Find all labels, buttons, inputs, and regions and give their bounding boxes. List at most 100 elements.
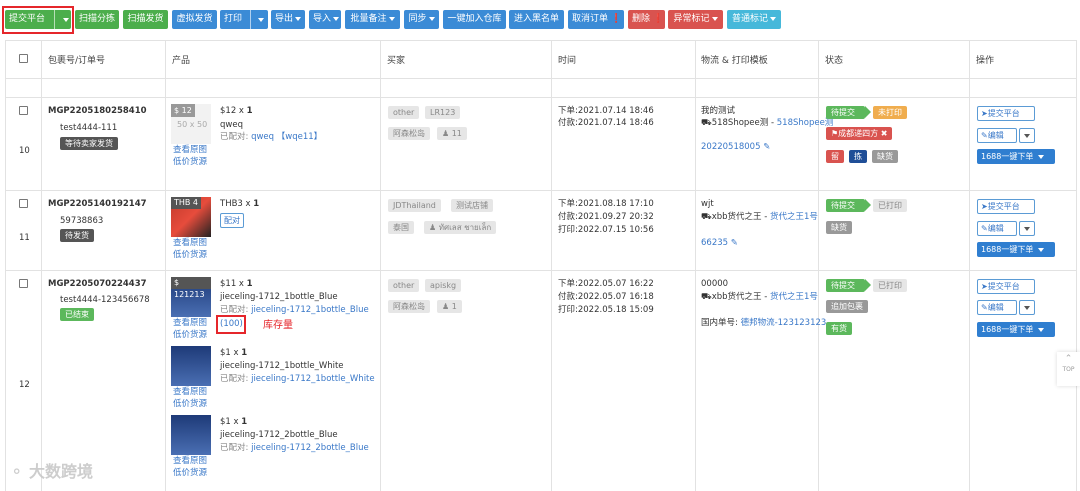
- add-to-warehouse-button[interactable]: 一键加入仓库: [443, 10, 506, 29]
- order-1688-button[interactable]: 1688一键下单: [977, 149, 1055, 164]
- view-image-link[interactable]: 查看原图: [173, 145, 207, 156]
- low-price-link[interactable]: 低价货源: [173, 250, 207, 261]
- add-package-tag: 追加包裹: [826, 300, 868, 313]
- edit-icon[interactable]: ✎: [763, 142, 770, 152]
- row-checkbox[interactable]: [19, 199, 28, 208]
- package-number: MGP2205070224437: [48, 279, 147, 289]
- logistics-tag: ⚑成都递四方 ✖: [826, 127, 893, 140]
- row-number: 12: [19, 380, 30, 390]
- user-icon: ♟: [429, 223, 437, 232]
- row-checkbox[interactable]: [19, 106, 28, 115]
- print-time: 打印:2022.05.18 15:09: [558, 305, 654, 315]
- order-time: 下单:2022.05.07 16:22: [558, 279, 654, 289]
- send-icon: ➤: [981, 202, 988, 211]
- buyer-region-tag: 泰国: [388, 221, 414, 234]
- submit-platform-button[interactable]: ➤提交平台: [977, 199, 1035, 214]
- submit-platform-button[interactable]: ➤提交平台: [977, 279, 1035, 294]
- carrier-link[interactable]: 货代之王1号: [770, 292, 818, 302]
- row-number: 11: [19, 233, 30, 243]
- virtual-ship-button[interactable]: 虚拟发货: [172, 10, 217, 29]
- price-badge: THB 4: [171, 197, 202, 209]
- low-price-link[interactable]: 低价货源: [173, 330, 207, 341]
- chevron-down-icon: [711, 16, 718, 21]
- select-all-checkbox[interactable]: [19, 54, 28, 63]
- watermark-logo-icon: ⚬: [10, 462, 24, 481]
- row-checkbox[interactable]: [19, 279, 28, 288]
- scan-ship-button[interactable]: 扫描发货: [123, 10, 168, 29]
- chevron-down-icon[interactable]: [1019, 221, 1035, 236]
- domestic-link[interactable]: 德邦物流-123123123: [741, 318, 827, 328]
- match-label: 已配对:: [220, 443, 249, 453]
- tracking-number[interactable]: 66235 ✎: [701, 238, 738, 249]
- cancel-order-button[interactable]: 取消订单 ❗: [568, 10, 624, 29]
- match-info: 已配对: jieceling-1712_2bottle_Blue: [220, 443, 369, 454]
- table-border: [969, 40, 970, 491]
- carrier-link[interactable]: 518Shopee测: [777, 118, 834, 128]
- carrier-link[interactable]: 货代之王1号: [770, 212, 818, 222]
- product-image[interactable]: $ 121213: [171, 277, 211, 317]
- chevron-down-icon: [333, 16, 340, 21]
- carrier-text: xbb货代之王 -: [711, 292, 770, 302]
- order-number: test4444-111: [60, 123, 118, 133]
- abnormal-mark-button[interactable]: 异常标记: [668, 10, 723, 29]
- chevron-down-icon[interactable]: [1019, 128, 1035, 143]
- match-button[interactable]: 配对: [220, 213, 244, 228]
- match-link[interactable]: jieceling-1712_2bottle_Blue: [251, 443, 369, 453]
- package-number: MGP2205180258410: [48, 106, 147, 116]
- product-name: jieceling-1712_1bottle_Blue: [220, 292, 338, 302]
- price-qty: $12 x 1: [220, 106, 253, 117]
- edit-icon: ✎: [981, 224, 988, 233]
- price-badge: $ 12: [171, 104, 195, 117]
- edit-button[interactable]: ✎编辑: [977, 128, 1017, 143]
- table-border: [41, 40, 42, 491]
- scan-split-button[interactable]: 扫描分拣: [75, 10, 119, 29]
- col-buyer: 买家: [387, 56, 406, 66]
- chevron-down-icon: [1037, 327, 1044, 332]
- batch-note-button[interactable]: 批量备注: [345, 10, 400, 29]
- sync-button[interactable]: 同步: [404, 10, 439, 29]
- import-label: 导入: [313, 14, 332, 24]
- view-image-link[interactable]: 查看原图: [173, 318, 207, 329]
- table-border: [1076, 40, 1077, 491]
- normal-mark-button[interactable]: 普通标记: [727, 10, 781, 29]
- product-image[interactable]: [171, 346, 211, 386]
- buyer-id-tag: LR123: [425, 106, 461, 119]
- import-button[interactable]: 导入: [309, 10, 341, 29]
- match-link[interactable]: qweq 【wqe11】: [251, 132, 322, 142]
- product-image[interactable]: [171, 415, 211, 455]
- low-price-link[interactable]: 低价货源: [173, 468, 207, 479]
- blacklist-button[interactable]: 进入黑名单: [509, 10, 564, 29]
- order-1688-button[interactable]: 1688一键下单: [977, 242, 1055, 257]
- product-image-placeholder[interactable]: $ 12 50 x 50: [171, 104, 211, 144]
- price-text: $12 x: [220, 106, 247, 116]
- view-image-link[interactable]: 查看原图: [173, 456, 207, 467]
- view-image-link[interactable]: 查看原图: [173, 238, 207, 249]
- export-button[interactable]: 导出: [271, 10, 305, 29]
- submit-platform-button[interactable]: ➤提交平台: [977, 106, 1035, 121]
- chevron-down-icon[interactable]: [1019, 300, 1035, 315]
- image-size: 50 x 50: [177, 120, 208, 129]
- view-image-link[interactable]: 查看原图: [173, 387, 207, 398]
- close-icon[interactable]: ✖: [881, 129, 888, 138]
- product-name: jieceling-1712_2bottle_Blue: [220, 430, 338, 440]
- low-price-link[interactable]: 低价货源: [173, 399, 207, 410]
- low-price-link[interactable]: 低价货源: [173, 157, 207, 168]
- back-to-top-button[interactable]: ⌃ TOP: [1057, 352, 1080, 386]
- print-label: 打印: [224, 14, 243, 24]
- match-link[interactable]: jieceling-1712_1bottle_White: [251, 374, 375, 384]
- edit-button[interactable]: ✎编辑: [977, 221, 1017, 236]
- watermark: ⚬ 大数跨境: [10, 458, 93, 482]
- print-button[interactable]: 打印: [220, 10, 268, 29]
- info-icon: ❗: [652, 14, 665, 24]
- edit-button[interactable]: ✎编辑: [977, 300, 1017, 315]
- delete-button[interactable]: 删除 ❗: [628, 10, 665, 29]
- truck-icon: ⛟: [701, 118, 712, 128]
- match-link[interactable]: jieceling-1712_1bottle_Blue: [251, 305, 369, 315]
- product-image[interactable]: THB 4: [171, 197, 211, 237]
- tracking-number[interactable]: 20220518005 ✎: [701, 142, 770, 153]
- match-info: 已配对: qweq 【wqe11】: [220, 132, 322, 143]
- chevron-down-icon: [428, 16, 435, 21]
- qty-text: 1: [253, 199, 260, 209]
- edit-icon[interactable]: ✎: [731, 238, 738, 248]
- order-1688-button[interactable]: 1688一键下单: [977, 322, 1055, 337]
